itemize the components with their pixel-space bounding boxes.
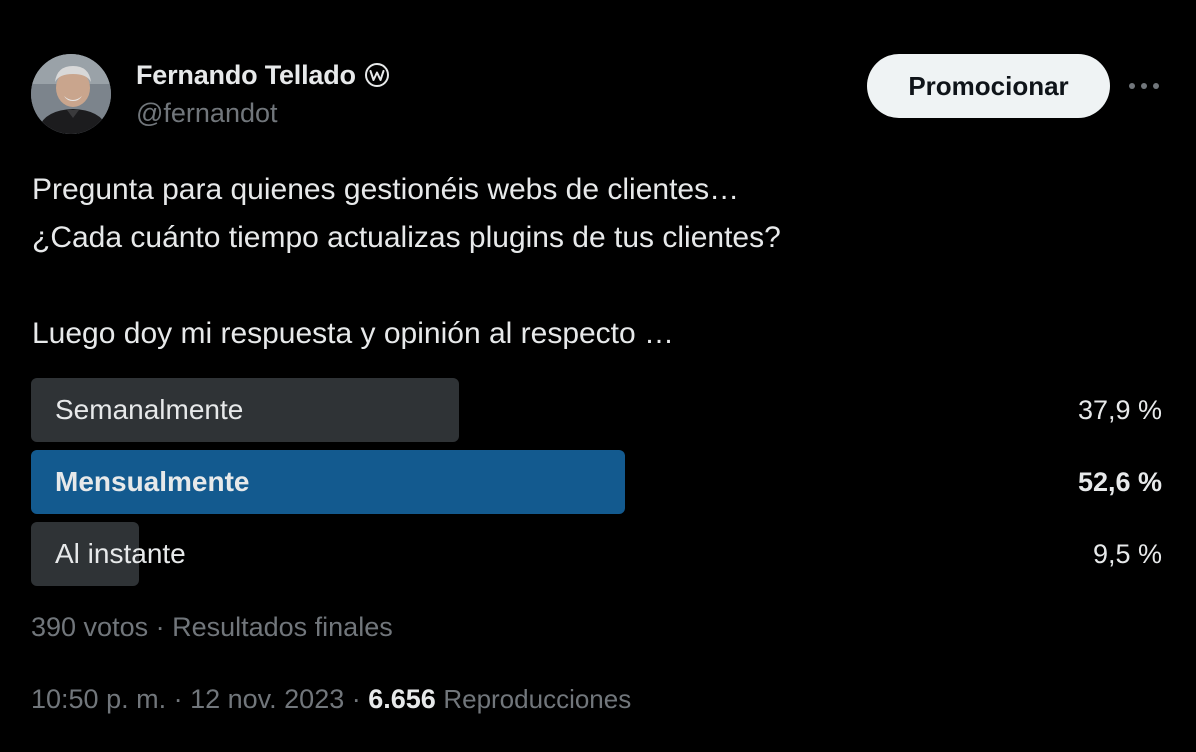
poll-option-percent: 37,9 %	[1077, 395, 1162, 425]
meta-separator: ·	[344, 684, 369, 714]
tweet-text: Pregunta para quienes gestionéis webs de…	[32, 166, 1152, 358]
promote-button[interactable]: Promocionar	[867, 54, 1110, 118]
author-name[interactable]: Fernando Tellado	[136, 60, 356, 91]
wordpress-badge-icon	[364, 62, 390, 88]
views-count[interactable]: 6.656	[368, 684, 436, 714]
poll-option-label: Mensualmente	[55, 466, 250, 497]
poll-option-mensualmente: Mensualmente 52,6 %	[31, 450, 1164, 514]
poll-option-label: Al instante	[55, 538, 186, 569]
avatar[interactable]	[31, 54, 111, 134]
tweet-date[interactable]: 12 nov. 2023	[190, 684, 344, 714]
tweet-text-line: ¿Cada cuánto tiempo actualizas plugins d…	[32, 221, 781, 254]
more-horizontal-icon	[1129, 83, 1159, 89]
poll-option-percent: 52,6 %	[1077, 467, 1162, 497]
poll-option-label: Semanalmente	[55, 394, 244, 425]
author-handle[interactable]: @fernandot	[136, 98, 278, 129]
more-options-button[interactable]	[1122, 68, 1166, 104]
poll-option-percent: 9,5 %	[1092, 539, 1162, 569]
tweet-meta: 10:50 p. m. · 12 nov. 2023 · 6.656 Repro…	[31, 684, 631, 715]
tweet-text-line: Pregunta para quienes gestionéis webs de…	[32, 173, 740, 206]
tweet: Fernando Tellado @fernandot Promocionar …	[0, 0, 1196, 752]
poll-option-al-instante: Al instante 9,5 %	[31, 522, 1164, 586]
author-name-row: Fernando Tellado	[136, 58, 390, 92]
views-label: Reproducciones	[443, 684, 632, 714]
tweet-text-line: Luego doy mi respuesta y opinión al resp…	[32, 317, 675, 350]
poll-option-semanalmente: Semanalmente 37,9 %	[31, 378, 1164, 442]
meta-separator: ·	[166, 684, 191, 714]
avatar-photo	[31, 54, 111, 134]
poll-meta: 390 votos · Resultados finales	[31, 612, 393, 642]
tweet-time[interactable]: 10:50 p. m.	[31, 684, 166, 714]
